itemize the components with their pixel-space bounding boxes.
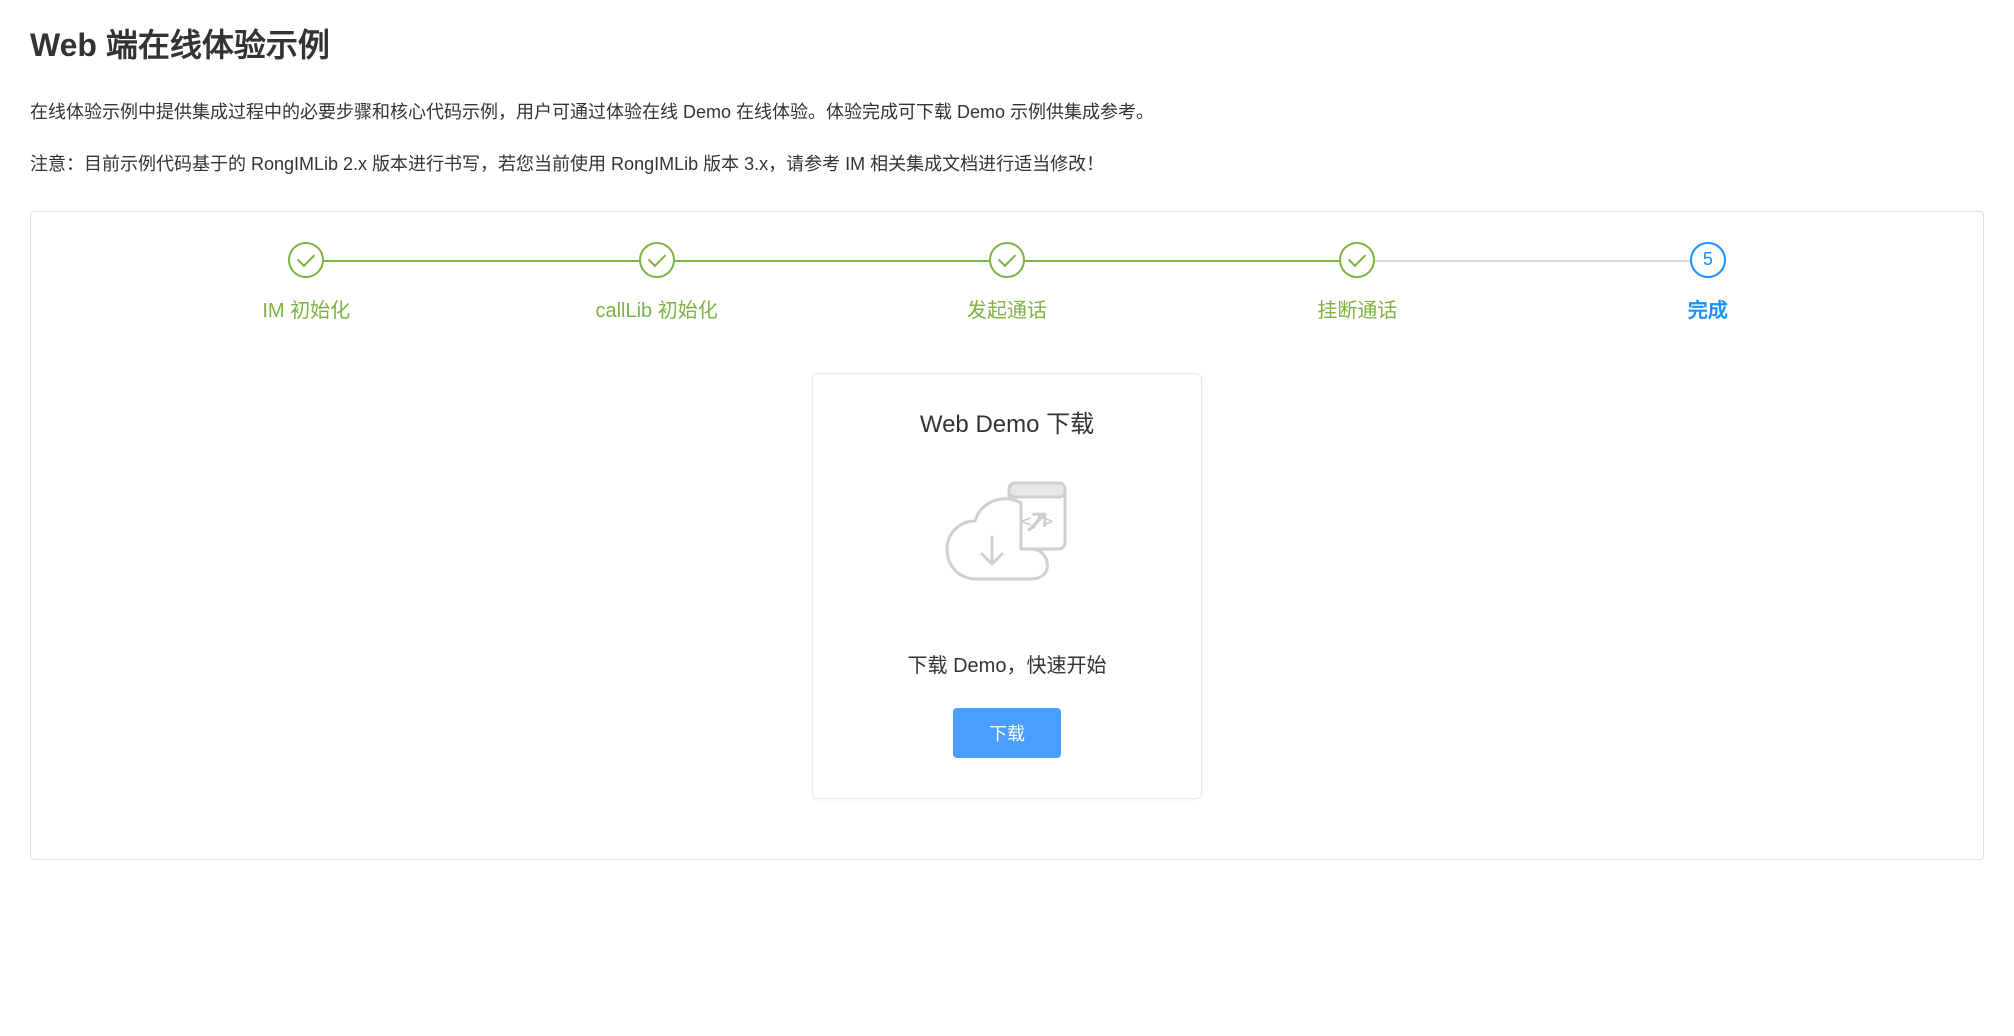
step-connector [1025, 260, 1339, 262]
main-panel: IM 初始化 callLib 初始化 发起通话 挂断通话 [30, 211, 1984, 860]
step-connector [1375, 260, 1689, 262]
step-label: 挂断通话 [1317, 294, 1397, 323]
cloud-download-icon: </> [833, 469, 1181, 599]
note-text: 注意：目前示例代码基于的 RongIMLib 2.x 版本进行书写，若您当前使用… [30, 148, 1984, 180]
check-icon [989, 242, 1025, 278]
step-start-call[interactable]: 发起通话 [832, 242, 1182, 323]
download-button[interactable]: 下载 [953, 708, 1061, 758]
svg-text:</>: </> [1021, 511, 1054, 532]
check-icon [288, 242, 324, 278]
step-label: 发起通话 [967, 294, 1047, 323]
step-calllib-init[interactable]: callLib 初始化 [481, 242, 831, 323]
check-icon [639, 242, 675, 278]
check-icon [1339, 242, 1375, 278]
step-number: 5 [1703, 249, 1713, 270]
step-complete[interactable]: 5 完成 [1533, 242, 1883, 323]
card-subtitle: 下载 Demo，快速开始 [833, 649, 1181, 678]
page-title: Web 端在线体验示例 [30, 20, 1984, 66]
intro-text: 在线体验示例中提供集成过程中的必要步骤和核心代码示例，用户可通过体验在线 Dem… [30, 96, 1984, 128]
step-number-icon: 5 [1690, 242, 1726, 278]
download-card: Web Demo 下载 </> 下载 Demo，快速开始 下载 [812, 373, 1202, 799]
steps-progress: IM 初始化 callLib 初始化 发起通话 挂断通话 [131, 242, 1883, 323]
step-label: callLib 初始化 [595, 294, 717, 323]
step-connector [324, 260, 638, 262]
step-end-call[interactable]: 挂断通话 [1182, 242, 1532, 323]
step-connector [675, 260, 989, 262]
step-label: 完成 [1688, 294, 1728, 323]
step-label: IM 初始化 [262, 294, 350, 323]
step-im-init[interactable]: IM 初始化 [131, 242, 481, 323]
card-title: Web Demo 下载 [833, 404, 1181, 439]
